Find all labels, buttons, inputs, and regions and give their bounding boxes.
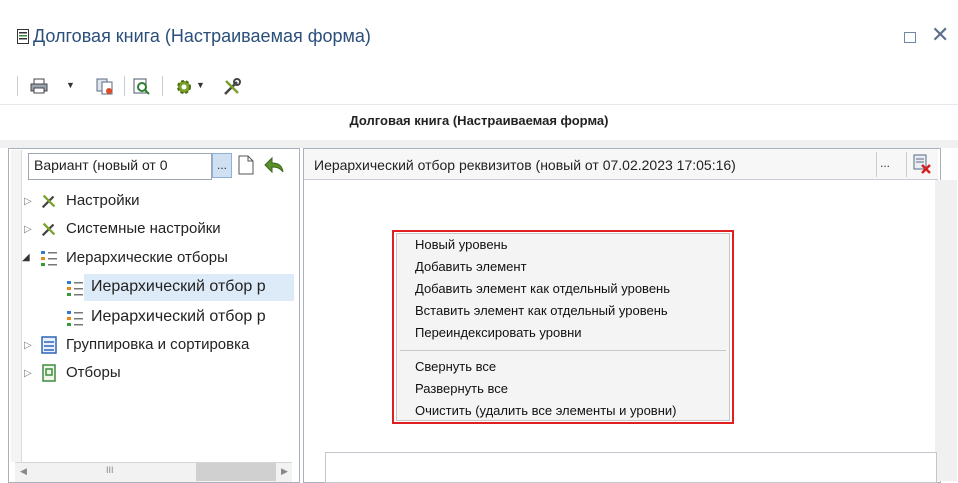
grouping-icon <box>40 336 58 359</box>
expand-arrow-icon[interactable]: ▷ <box>24 368 32 379</box>
tree-item-hierarchical-filters[interactable]: Иерархические отборы <box>66 249 228 266</box>
vertical-scrollbar[interactable] <box>935 180 957 481</box>
form-header-title: Долговая книга (Настраиваемая форма) <box>349 113 609 128</box>
header-divider <box>906 152 907 177</box>
filter-icon <box>40 364 58 387</box>
hierarchy-icon <box>40 249 58 272</box>
menu-item-collapse-all[interactable]: Свернуть все <box>415 359 496 374</box>
scroll-thumb[interactable] <box>196 463 276 481</box>
hierarchy-icon <box>66 309 84 332</box>
expand-arrow-icon[interactable]: ▷ <box>24 196 32 207</box>
filter-panel-title: Иерархический отбор реквизитов (новый от… <box>314 157 736 173</box>
close-icon[interactable]: ✕ <box>931 24 949 46</box>
back-arrow-icon[interactable] <box>264 156 284 178</box>
tree-item-grouping-sorting[interactable]: Группировка и сортировка <box>66 336 249 353</box>
menu-item-expand-all[interactable]: Развернуть все <box>415 381 508 396</box>
scroll-right-icon[interactable]: ▶ <box>281 466 288 477</box>
toolbar-grip <box>17 76 18 96</box>
tools-icon[interactable] <box>222 77 242 102</box>
scroll-grip: III <box>106 465 114 475</box>
collapse-arrow-icon[interactable]: ◢ <box>22 252 30 263</box>
tree-item-hierarchical-filter-1[interactable]: Иерархический отбор р <box>91 278 266 296</box>
menu-item-new-level[interactable]: Новый уровень <box>415 237 508 252</box>
menu-item-clear-all[interactable]: Очистить (удалить все элементы и уровни) <box>415 403 677 418</box>
tools-icon <box>40 192 58 215</box>
expand-arrow-icon[interactable]: ▷ <box>24 340 32 351</box>
filter-select-button[interactable]: ... <box>880 156 890 170</box>
header-divider <box>876 152 877 177</box>
variant-combo-text: Вариант (новый от 0 <box>34 157 168 173</box>
gear-icon[interactable] <box>175 78 193 101</box>
tree-item-settings[interactable]: Настройки <box>66 192 140 209</box>
tools-icon <box>40 220 58 243</box>
panel-splitter[interactable] <box>11 150 22 462</box>
toolbar-separator <box>162 76 163 96</box>
dropdown-arrow-icon[interactable]: ▼ <box>66 80 75 90</box>
expand-arrow-icon[interactable]: ▷ <box>24 224 32 235</box>
menu-separator <box>400 350 726 351</box>
new-document-icon[interactable] <box>238 155 254 180</box>
tree-item-system-settings[interactable]: Системные настройки <box>66 220 221 237</box>
dropdown-arrow-icon[interactable]: ▼ <box>196 80 205 90</box>
window-title: Долговая книга (Настраиваемая форма) <box>33 26 371 46</box>
tree-item-hierarchical-filter-2[interactable]: Иерархический отбор р <box>91 308 266 326</box>
toolbar-separator <box>124 76 125 96</box>
variant-select-button[interactable]: ... <box>212 153 232 178</box>
delete-filter-icon[interactable] <box>912 154 932 179</box>
menu-item-add-element[interactable]: Добавить элемент <box>415 259 527 274</box>
filter-detail-area <box>325 452 937 483</box>
document-icon <box>17 29 29 44</box>
preview-icon[interactable] <box>133 78 151 101</box>
print-icon[interactable] <box>30 78 48 99</box>
menu-item-reindex-levels[interactable]: Переиндексировать уровни <box>415 325 582 340</box>
copy-icon[interactable] <box>96 78 114 100</box>
scroll-left-icon[interactable]: ◀ <box>20 466 27 477</box>
panel-gap <box>0 140 958 148</box>
tree-item-filters[interactable]: Отборы <box>66 364 121 381</box>
menu-item-add-element-as-level[interactable]: Добавить элемент как отдельный уровень <box>415 281 670 296</box>
restore-icon[interactable] <box>904 32 916 43</box>
menu-item-insert-element-as-level[interactable]: Вставить элемент как отдельный уровень <box>415 303 668 318</box>
hierarchy-icon <box>66 279 84 302</box>
